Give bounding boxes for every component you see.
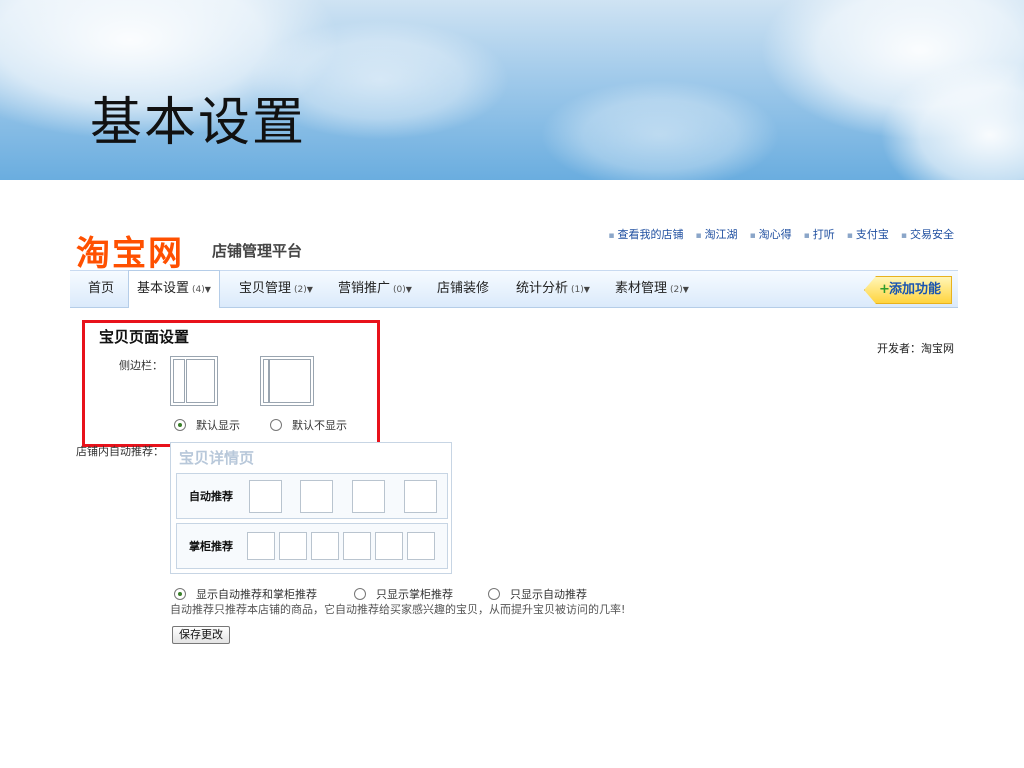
radio-label: 只显示掌柜推荐 [376,588,453,601]
chevron-down-icon: ▼ [583,285,590,294]
radio-unselected-icon [354,588,366,600]
nav-item-home[interactable]: 首页 [88,271,114,307]
nav-item-label: 素材管理 [615,281,668,296]
nav-item-count: (0) [393,285,406,295]
recommend-tip: 自动推荐只推荐本店铺的商品，它自动推荐给买家感兴趣的宝贝，从而提升宝贝被访问的几… [170,603,626,616]
radio-label: 默认显示 [196,419,240,432]
recommend-slot [300,480,333,513]
top-link-trade-safety[interactable]: 交易安全 [901,226,954,242]
recommend-label: 店铺内自动推荐： [76,445,164,458]
layout-no-sidebar-icon[interactable] [260,356,314,406]
nav-item-marketing[interactable]: 营销推广 (0)▼ [338,271,412,307]
platform-title: 店铺管理平台 [212,242,303,260]
nav-item-count: (4) [192,285,205,295]
counter-recommend-row: 掌柜推荐 [176,523,448,569]
developer-info: 开发者：淘宝网 [877,342,954,355]
radio-label: 显示自动推荐和掌柜推荐 [196,588,317,601]
recommend-slot [404,480,437,513]
radio-selected-icon [174,419,186,431]
nav-item-label: 店铺装修 [437,281,490,296]
top-link-dating[interactable]: 打听 [804,226,835,242]
add-feature-label: 添加功能 [888,282,941,297]
nav-item-statistics[interactable]: 统计分析 (1)▼ [516,271,590,307]
recommend-option-both[interactable]: 显示自动推荐和掌柜推荐 [174,586,317,602]
plus-icon: + [878,282,890,297]
row-label: 掌柜推荐 [189,540,233,553]
nav-item-count: (2) [670,285,683,295]
recommend-slot [352,480,385,513]
nav-item-count: (2) [294,285,307,295]
taobao-logo[interactable]: 淘宝网 [76,226,184,275]
top-link-taoxinde[interactable]: 淘心得 [750,226,792,242]
nav-item-label: 基本设置 [137,281,190,296]
main-nav: 首页 基本设置 (4)▼ 宝贝管理 (2)▼ 营销推广 (0)▼ 店铺装修 统计分析(… [70,270,958,308]
chevron-down-icon: ▼ [204,285,211,294]
radio-label: 只显示自动推荐 [510,588,587,601]
save-button[interactable]: 保存更改 [172,626,230,644]
layout-sidebar-left-icon[interactable] [170,356,218,406]
nav-item-label: 统计分析 [516,281,569,296]
row-label: 自动推荐 [189,490,233,503]
top-link-alipay[interactable]: 支付宝 [847,226,889,242]
recommend-option-auto-only[interactable]: 只显示自动推荐 [488,586,587,602]
sidebar-option-show[interactable]: 默认显示 [174,417,240,433]
slide-title: 基本设置 [90,93,307,153]
radio-unselected-icon [270,419,282,431]
panel-title: 宝贝详情页 [179,449,255,467]
chevron-down-icon: ▼ [682,285,689,294]
add-feature-button[interactable]: + 添加功能 [863,276,952,304]
radio-unselected-icon [488,588,500,600]
sidebar-option-hide[interactable]: 默认不显示 [270,417,347,433]
slide-banner: 基本设置 [0,0,1024,180]
radio-label: 默认不显示 [292,419,347,432]
recommend-slot [343,532,371,560]
section-title: 宝贝页面设置 [99,328,190,346]
nav-item-label: 营销推广 [338,281,391,296]
top-links: 查看我的店铺 淘江湖 淘心得 打听 支付宝 交易安全 [608,226,954,242]
nav-item-materials[interactable]: 素材管理 (2)▼ [615,271,689,307]
auto-recommend-row: 自动推荐 [176,473,448,519]
radio-selected-icon [174,588,186,600]
nav-item-count: (1) [571,285,584,295]
recommend-option-counter-only[interactable]: 只显示掌柜推荐 [354,586,453,602]
recommend-slot [279,532,307,560]
sidebar-label: 侧边栏： [119,359,163,372]
top-link-taojianghu[interactable]: 淘江湖 [695,226,738,242]
recommend-preview-panel: 宝贝详情页 自动推荐 掌柜推荐 [170,442,452,574]
top-link-my-shop[interactable]: 查看我的店铺 [608,226,683,242]
recommend-slot [247,532,275,560]
chevron-down-icon: ▼ [405,285,412,294]
nav-item-label: 宝贝管理 [239,281,292,296]
recommend-slot [375,532,403,560]
nav-item-basic-settings[interactable]: 基本设置 (4)▼ [128,270,220,308]
nav-item-label: 首页 [88,281,115,296]
recommend-slot [407,532,435,560]
recommend-slot [249,480,282,513]
chevron-down-icon: ▼ [306,285,313,294]
recommend-slot [311,532,339,560]
nav-item-shop-decoration[interactable]: 店铺装修 [437,271,489,307]
nav-item-item-management[interactable]: 宝贝管理 (2)▼ [239,271,313,307]
